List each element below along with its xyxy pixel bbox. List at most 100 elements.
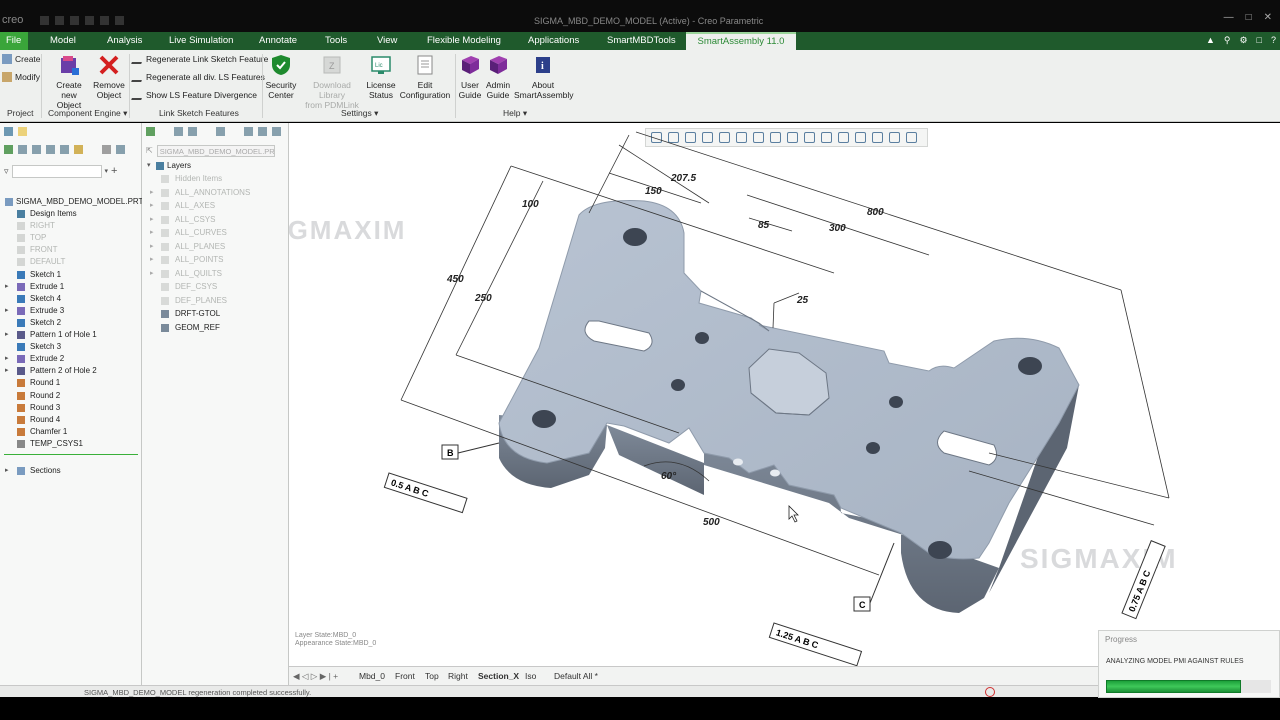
tree-item[interactable]: ▸ Pattern 1 of Hole 1	[0, 329, 142, 341]
collapse-ribbon-icon[interactable]: ▲	[1206, 35, 1215, 46]
tab-view[interactable]: View	[371, 32, 403, 50]
tree-item[interactable]: ▸ Pattern 2 of Hole 2	[0, 365, 142, 377]
tree-item[interactable]: TOP	[0, 232, 142, 244]
select-icon[interactable]: ⇱	[146, 146, 153, 155]
graphics-viewport[interactable]: SIGMAXIM SIGMAXIM	[289, 123, 1280, 666]
tree-item[interactable]: Sketch 2	[0, 317, 142, 329]
tree-item[interactable]: ▸ Extrude 2	[0, 353, 142, 365]
view-tab-top[interactable]: Top	[425, 671, 439, 681]
group-help[interactable]: Help ▾	[503, 108, 527, 119]
view-nav-arrows[interactable]: ◀ ◁ ▷ ▶ | +	[293, 671, 338, 682]
tab-flexible-modeling[interactable]: Flexible Modeling	[421, 32, 507, 50]
dim-207-5[interactable]: 207.5	[670, 173, 696, 184]
tree-toolbar[interactable]	[4, 145, 125, 154]
layer-item[interactable]: ▸ ALL_QUILTS	[142, 268, 289, 280]
about-smartassembly-button[interactable]: i About SmartAssembly	[514, 54, 574, 100]
gtol-frame-left[interactable]: 0.5 A B C	[383, 472, 468, 514]
edit-configuration-button[interactable]: Edit Configuration	[399, 54, 451, 100]
tree-item[interactable]: Round 4	[0, 414, 142, 426]
layer-item[interactable]: ▸ ALL_CURVES	[142, 227, 289, 239]
layer-model-select[interactable]: SIGMA_MBD_DEMO_MODEL.PR	[156, 144, 275, 157]
create-button[interactable]: Create	[2, 54, 41, 64]
dim-300[interactable]: 300	[829, 223, 846, 234]
layer-item[interactable]: DRFT-GTOL	[142, 308, 289, 320]
gtol-frame-right[interactable]: 0.75 A B C	[1121, 540, 1166, 620]
tab-applications[interactable]: Applications	[522, 32, 585, 50]
filter-icon[interactable]: ▿	[4, 166, 9, 177]
help-icon[interactable]: ?	[1271, 35, 1276, 46]
show-ls-divergence-button[interactable]: Show LS Feature Divergence	[131, 90, 257, 100]
layer-item[interactable]: ▸ ALL_CSYS	[142, 214, 289, 226]
dim-100[interactable]: 100	[522, 199, 539, 210]
tab-file[interactable]: File	[0, 32, 28, 50]
regenerate-all-button[interactable]: Regenerate all div. LS Features	[131, 72, 265, 82]
user-guide-button[interactable]: User Guide	[457, 54, 483, 100]
dropdown-icon[interactable]: ▾	[105, 167, 109, 175]
tab-tools[interactable]: Tools	[319, 32, 353, 50]
layer-item[interactable]: DEF_PLANES	[142, 295, 289, 307]
minimize-icon[interactable]: —	[1224, 12, 1234, 23]
view-tab-front[interactable]: Front	[395, 671, 415, 681]
dim-800[interactable]: 800	[867, 207, 884, 218]
admin-guide-button[interactable]: Admin Guide	[484, 54, 512, 100]
dim-500[interactable]: 500	[703, 517, 720, 528]
tree-item[interactable]: Round 3	[0, 402, 142, 414]
tab-smartassembly[interactable]: SmartAssembly 11.0	[686, 32, 796, 50]
tree-item[interactable]: Round 1	[0, 377, 142, 389]
view-tab-right[interactable]: Right	[448, 671, 468, 681]
gtol-frame-bottom[interactable]: 1.25 A B C	[768, 622, 863, 666]
tree-item[interactable]: RIGHT	[0, 220, 142, 232]
modify-button[interactable]: Modify	[2, 72, 40, 82]
layer-item[interactable]: ▸ ALL_ANNOTATIONS	[142, 187, 289, 199]
tree-item[interactable]: Chamfer 1	[0, 426, 142, 438]
download-library-button[interactable]: Z Download Library from PDMLink	[301, 54, 363, 110]
dim-150[interactable]: 150	[645, 186, 662, 197]
dim-85[interactable]: 85	[758, 220, 770, 231]
navigator-tabs[interactable]	[4, 127, 27, 136]
license-status-button[interactable]: Lic License Status	[364, 54, 398, 100]
tab-model[interactable]: Model	[44, 32, 82, 50]
regenerate-link-sketch-button[interactable]: Regenerate Link Sketch Feature	[131, 54, 268, 64]
view-tab-default-all[interactable]: Default All *	[554, 671, 598, 681]
quick-access-toolbar[interactable]	[40, 16, 124, 25]
remove-object-button[interactable]: Remove Object	[91, 54, 127, 100]
tab-live-simulation[interactable]: Live Simulation	[163, 32, 239, 50]
close-icon[interactable]: ✕	[1264, 12, 1272, 23]
tree-item[interactable]: Sketch 3	[0, 341, 142, 353]
tree-item[interactable]: ▸ Extrude 1	[0, 281, 142, 293]
tree-item[interactable]: Round 2	[0, 390, 142, 402]
tab-annotate[interactable]: Annotate	[253, 32, 303, 50]
layer-item[interactable]: Hidden Items	[142, 173, 289, 185]
layer-item[interactable]: ▸ ALL_POINTS	[142, 254, 289, 266]
tree-item[interactable]: Sketch 4	[0, 293, 142, 305]
layer-toolbar[interactable]	[146, 127, 281, 136]
view-tab-iso[interactable]: Iso	[525, 671, 536, 681]
view-tab-section-x[interactable]: Section_X	[478, 671, 519, 681]
layer-item[interactable]: ▸ ALL_AXES	[142, 200, 289, 212]
group-settings[interactable]: Settings ▾	[341, 108, 378, 119]
group-component-engine[interactable]: Component Engine ▾	[48, 108, 127, 119]
create-new-object-button[interactable]: Create new Object	[48, 54, 90, 110]
tree-item[interactable]: ▸ Extrude 3	[0, 305, 142, 317]
window-icon[interactable]: □	[1257, 35, 1262, 46]
tree-item[interactable]: Design Items	[0, 208, 142, 220]
tab-analysis[interactable]: Analysis	[101, 32, 148, 50]
tree-item[interactable]: TEMP_CSYS1	[0, 438, 142, 450]
tree-item[interactable]: DEFAULT	[0, 256, 142, 268]
tree-search-input[interactable]	[11, 164, 102, 178]
view-tab-mbd0[interactable]: Mbd_0	[359, 671, 385, 681]
search-icon[interactable]: ⚲	[1224, 35, 1231, 46]
stop-icon[interactable]	[985, 687, 995, 697]
dim-450[interactable]: 450	[446, 274, 464, 285]
settings-icon[interactable]: ⚙	[1239, 35, 1247, 46]
layer-item[interactable]: ▸ ALL_PLANES	[142, 241, 289, 253]
dim-250[interactable]: 250	[474, 293, 492, 304]
dim-angle-60[interactable]: 60°	[661, 471, 677, 482]
dim-25[interactable]: 25	[796, 295, 809, 306]
tree-item[interactable]: FRONT	[0, 244, 142, 256]
layer-item[interactable]: DEF_CSYS	[142, 281, 289, 293]
layer-item[interactable]: GEOM_REF	[142, 322, 289, 334]
tree-sections[interactable]: ▸ Sections	[0, 465, 142, 477]
maximize-icon[interactable]: □	[1246, 12, 1252, 23]
tab-smartmbdtools[interactable]: SmartMBDTools	[601, 32, 682, 50]
